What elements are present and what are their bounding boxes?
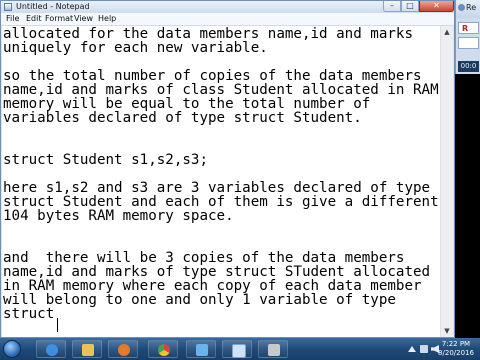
taskbar: 7:22 PM 8/20/2016 (0, 338, 480, 360)
start-button[interactable] (3, 340, 21, 358)
text-line: struct Student s1,s2,s3; (3, 152, 208, 168)
internet-explorer-icon (46, 344, 58, 356)
taskbar-file-explorer[interactable] (72, 340, 102, 358)
menu-bar: File Edit Format View Help (1, 13, 454, 26)
menu-edit[interactable]: Edit (26, 14, 42, 24)
taskbar-media-player[interactable] (108, 340, 138, 358)
text-line: struct (3, 306, 55, 322)
text-line: in RAM memory where each copy of each da… (3, 278, 422, 294)
recorder-title: Re (466, 3, 477, 12)
taskbar-notepad[interactable] (222, 340, 252, 358)
text-line: will belong to one and only 1 variable o… (3, 292, 396, 308)
text-line: allocated for the data members name,id a… (3, 26, 413, 42)
scroll-up-arrow-icon[interactable]: ▲ (442, 26, 452, 38)
notepad-window: Untitled - Notepad – □ ✕ File Edit Forma… (0, 0, 455, 338)
text-editor-area[interactable]: allocated for the data members name,id a… (2, 26, 453, 337)
taskbar-generic-app[interactable] (258, 340, 288, 358)
recorder-control-button[interactable] (458, 37, 479, 49)
clock-date[interactable]: 8/20/2016 (436, 349, 476, 358)
text-line: and there will be 3 copies of the data m… (3, 250, 405, 266)
menu-file[interactable]: File (6, 14, 19, 24)
menu-format[interactable]: Format (45, 14, 73, 24)
menu-help[interactable]: Help (98, 14, 116, 24)
minimize-button[interactable]: – (383, 1, 401, 12)
notepad-app-icon (4, 3, 12, 11)
text-line: memory will be equal to the total number… (3, 96, 371, 112)
text-line: 104 bytes RAM memory space. (3, 208, 234, 224)
taskbar-internet-explorer[interactable] (36, 340, 66, 358)
record-button-label: R (462, 24, 469, 33)
close-button[interactable]: ✕ (419, 1, 454, 12)
maximize-button[interactable]: □ (401, 1, 419, 12)
text-line: here s1,s2 and s3 are 3 variables declar… (3, 180, 431, 196)
recording-timer: 00:0 (458, 61, 479, 72)
folder-icon (82, 344, 94, 356)
paint-icon (196, 344, 208, 356)
menu-view[interactable]: View (74, 14, 93, 24)
media-player-icon (118, 344, 130, 356)
recorder-panel: Re R 00:0 (455, 0, 480, 74)
text-caret (57, 318, 58, 332)
system-tray: 7:22 PM 8/20/2016 (404, 338, 480, 360)
app-icon (268, 344, 280, 356)
chrome-icon (158, 344, 170, 356)
text-line: name,id and marks of class Student alloc… (3, 82, 439, 98)
text-line: so the total number of copies of the dat… (3, 68, 422, 84)
title-bar[interactable]: Untitled - Notepad – □ ✕ (1, 1, 454, 13)
show-hidden-icons-icon[interactable] (408, 346, 416, 352)
recorder-app-icon (458, 4, 465, 11)
vertical-scrollbar[interactable]: ▲ ▼ (440, 26, 453, 337)
taskbar-paint[interactable] (186, 340, 216, 358)
scroll-down-arrow-icon[interactable]: ▼ (442, 325, 452, 337)
network-icon[interactable] (420, 345, 428, 353)
text-line: struct Student and each of them is give … (3, 194, 439, 210)
text-line: uniquely for each new variable. (3, 40, 268, 56)
taskbar-chrome[interactable] (148, 340, 178, 358)
text-line: name,id and marks of type struct STudent… (3, 264, 431, 280)
record-button[interactable]: R (458, 22, 479, 34)
clock-time[interactable]: 7:22 PM (436, 340, 476, 349)
notepad-icon (232, 344, 246, 358)
text-line: variables declared of type struct Studen… (3, 110, 362, 126)
window-title: Untitled - Notepad (16, 2, 90, 11)
recorder-header: Re (456, 0, 480, 18)
